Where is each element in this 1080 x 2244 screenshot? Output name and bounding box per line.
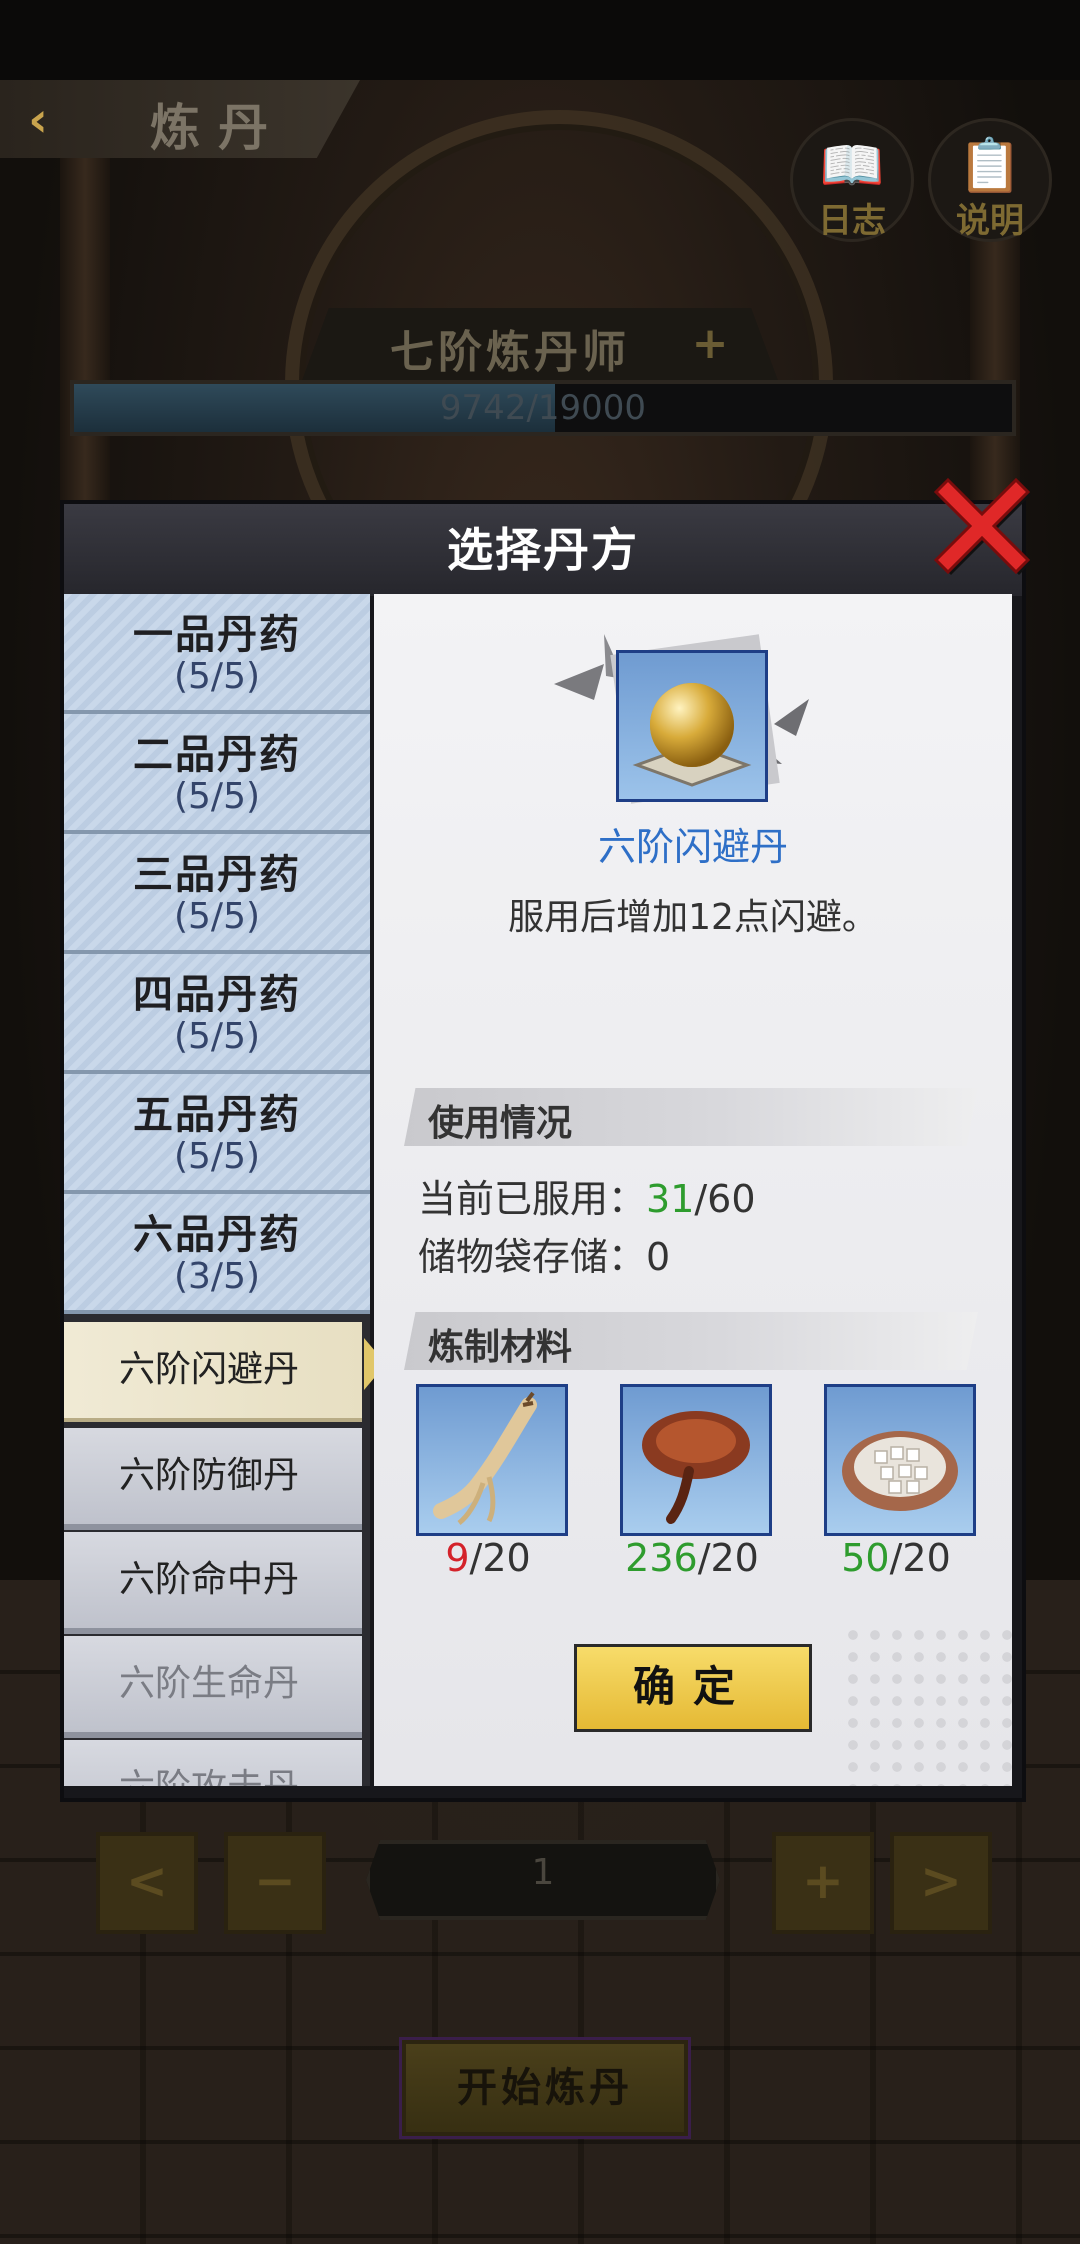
category-tab[interactable]: 六品丹药 (3/5) xyxy=(64,1194,370,1314)
quantity-value: 1 xyxy=(531,1852,555,1893)
minus-button[interactable]: − xyxy=(224,1832,326,1934)
category-count: (5/5) xyxy=(173,1136,261,1177)
dot-pattern-decoration xyxy=(842,1624,1012,1786)
material-need: /20 xyxy=(469,1536,531,1580)
log-button[interactable]: 📖 日志 xyxy=(790,118,914,242)
recipe-detail-panel: 六阶闪避丹 服用后增加12点闪避。 使用情况 当前已服用：31/60 储物袋存储… xyxy=(374,594,1012,1786)
pill-item-selected[interactable]: 六阶闪避丹 xyxy=(64,1322,362,1422)
pill-item[interactable]: 六阶攻击丹 xyxy=(64,1740,362,1786)
category-count: (3/5) xyxy=(173,1256,261,1297)
confirm-button[interactable]: 确定 xyxy=(574,1644,812,1732)
material-count: 236/20 xyxy=(590,1536,794,1580)
category-name: 五品丹药 xyxy=(133,1092,301,1138)
pill-item-label: 六阶生命丹 xyxy=(118,1663,299,1704)
page-title: 炼丹 xyxy=(150,99,286,157)
category-count: (5/5) xyxy=(173,1016,261,1057)
help-button[interactable]: 📋 说明 xyxy=(928,118,1052,242)
next-button[interactable]: > xyxy=(890,1832,992,1934)
dialog-title: 选择丹方 xyxy=(447,523,639,577)
consumed-label: 当前已服用： xyxy=(418,1177,647,1221)
storage-label: 储物袋存储： xyxy=(418,1235,647,1279)
rice-bowl-icon[interactable] xyxy=(824,1384,976,1536)
rank-title: 七阶炼丹师 xyxy=(390,327,630,378)
notepad-icon: 📋 xyxy=(957,136,1023,196)
rank-plus-icon[interactable]: + xyxy=(690,322,730,366)
material-count: 50/20 xyxy=(794,1536,998,1580)
pill-item-label: 六阶防御丹 xyxy=(118,1455,299,1496)
category-name: 六品丹药 xyxy=(133,1212,301,1258)
material-have: 236 xyxy=(625,1536,698,1580)
usage-section-title: 使用情况 xyxy=(428,1103,573,1144)
category-name: 二品丹药 xyxy=(133,732,301,778)
material-count: 9/20 xyxy=(386,1536,590,1580)
help-button-label: 说明 xyxy=(956,201,1024,241)
chevron-left-icon: ‹ xyxy=(28,92,48,148)
start-refining-button[interactable]: 开始炼丹 xyxy=(402,2040,688,2136)
plus-button[interactable]: + xyxy=(772,1832,874,1934)
close-icon xyxy=(933,477,1031,575)
material-have: 9 xyxy=(445,1536,470,1580)
consumed-value: 31 xyxy=(646,1177,695,1221)
category-name: 四品丹药 xyxy=(133,972,301,1018)
pill-item[interactable]: 六阶防御丹 xyxy=(64,1428,362,1530)
log-button-label: 日志 xyxy=(818,201,886,241)
recipe-sidebar[interactable]: 一品丹药 (5/5) 二品丹药 (5/5) 三品丹药 (5/5) 四品丹药 (5… xyxy=(64,594,370,1786)
storage-value: 0 xyxy=(646,1235,671,1279)
selected-pill-name: 六阶闪避丹 xyxy=(597,825,788,869)
selected-pill-description: 服用后增加12点闪避。 xyxy=(508,897,878,938)
materials-section-title: 炼制材料 xyxy=(428,1327,573,1368)
consumed-line: 当前已服用：31/60 xyxy=(418,1168,756,1223)
prev-button[interactable]: < xyxy=(96,1832,198,1934)
material-need: /20 xyxy=(889,1536,951,1580)
golden-pill-icon xyxy=(616,650,768,802)
category-tab[interactable]: 一品丹药 (5/5) xyxy=(64,594,370,714)
back-button[interactable]: ‹ xyxy=(12,92,64,148)
category-name: 三品丹药 xyxy=(133,852,301,898)
material-need: /20 xyxy=(697,1536,759,1580)
pill-item[interactable]: 六阶生命丹 xyxy=(64,1636,362,1738)
category-count: (5/5) xyxy=(173,896,261,937)
category-tab[interactable]: 五品丹药 (5/5) xyxy=(64,1074,370,1194)
close-button[interactable] xyxy=(930,474,1034,578)
category-count: (5/5) xyxy=(173,776,261,817)
pill-item[interactable]: 六阶命中丹 xyxy=(64,1532,362,1634)
category-tab[interactable]: 三品丹药 (5/5) xyxy=(64,834,370,954)
category-count: (5/5) xyxy=(173,656,261,697)
consumed-max: /60 xyxy=(694,1177,756,1221)
category-tab[interactable]: 四品丹药 (5/5) xyxy=(64,954,370,1074)
book-icon: 📖 xyxy=(819,136,885,196)
rank-progress-bar: 9742/19000 xyxy=(70,380,1016,436)
material-have: 50 xyxy=(841,1536,890,1580)
category-name: 一品丹药 xyxy=(133,612,301,658)
category-tab[interactable]: 二品丹药 (5/5) xyxy=(64,714,370,834)
pill-item-label: 六阶命中丹 xyxy=(118,1559,299,1600)
dialog-header: 选择丹方 xyxy=(64,504,1022,596)
lingzhi-icon[interactable] xyxy=(620,1384,772,1536)
storage-line: 储物袋存储：0 xyxy=(418,1226,670,1281)
ginseng-icon[interactable] xyxy=(416,1384,568,1536)
pill-item-label: 六阶攻击丹 xyxy=(64,1740,354,1786)
pill-item-label: 六阶闪避丹 xyxy=(118,1349,299,1390)
rank-progress-text: 9742/19000 xyxy=(439,388,647,428)
